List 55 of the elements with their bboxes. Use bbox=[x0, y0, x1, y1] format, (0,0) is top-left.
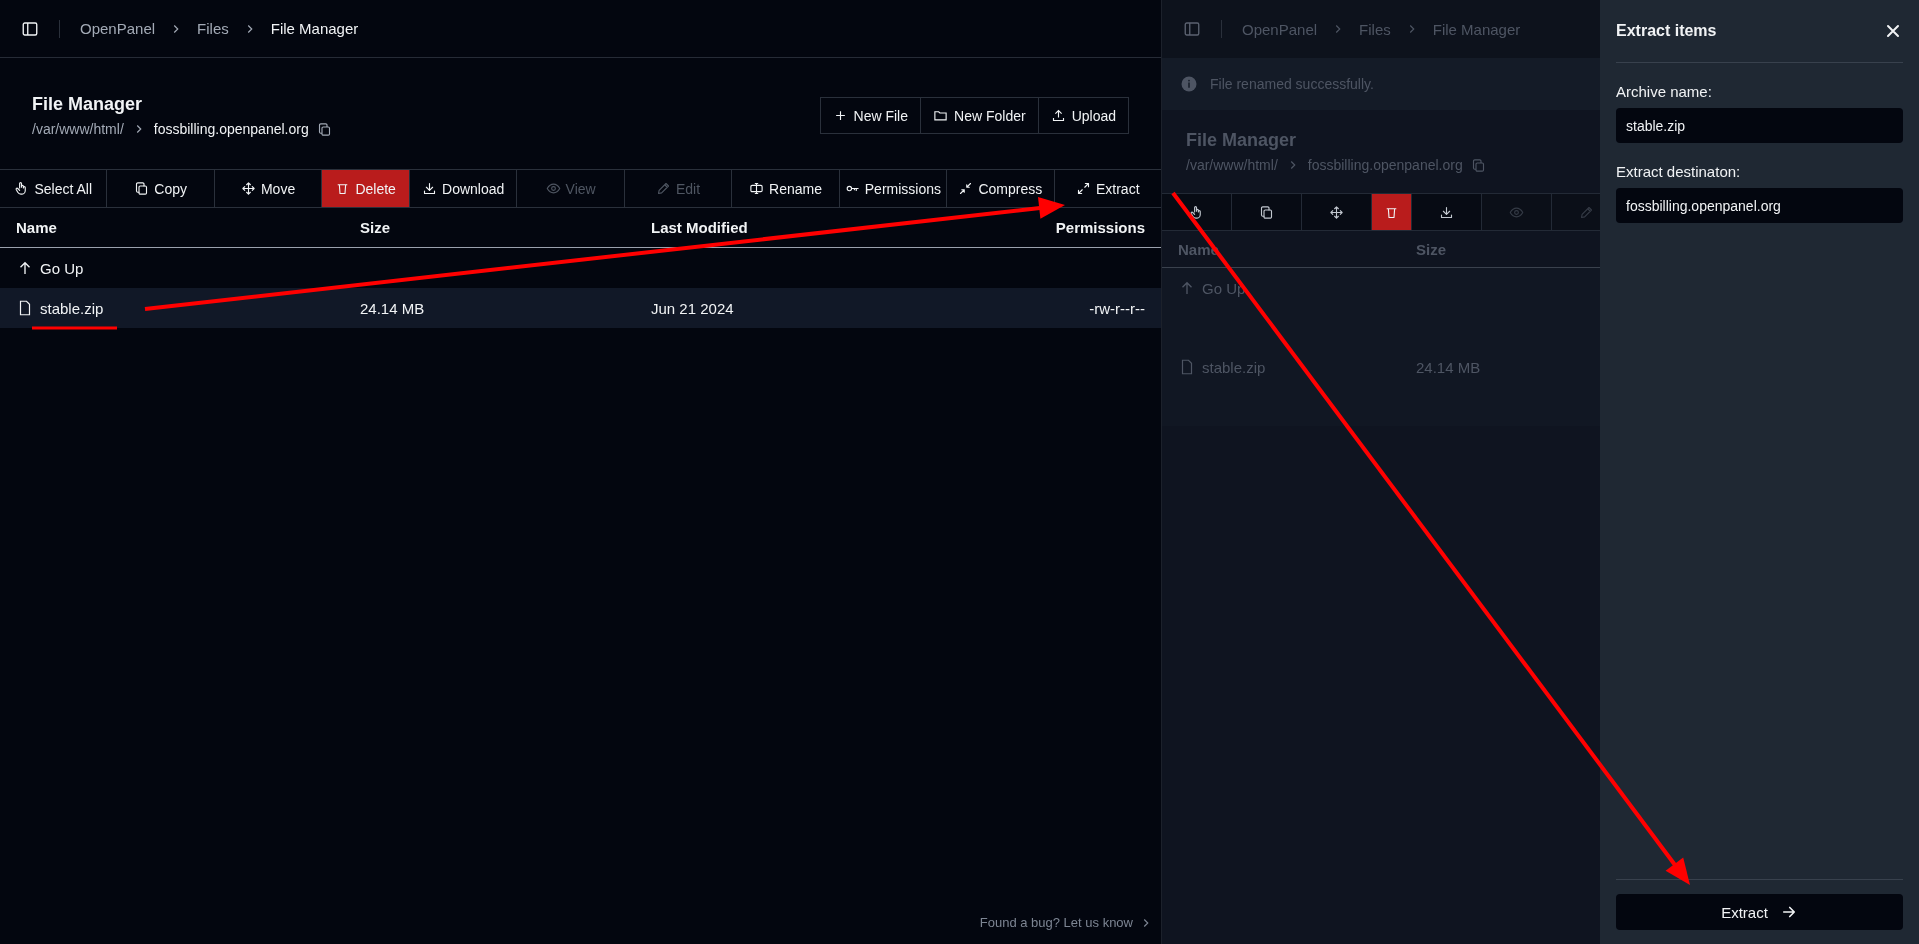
breadcrumb-link[interactable]: File Manager bbox=[270, 20, 359, 37]
download-icon bbox=[422, 181, 438, 196]
move-arrows-icon bbox=[1329, 204, 1344, 220]
path-link[interactable]: /var/www/html/ bbox=[32, 121, 124, 137]
file-name: stable.zip bbox=[40, 299, 104, 317]
file-permissions: -rw-r--r-- bbox=[1088, 299, 1145, 317]
extract-button[interactable]: Extract bbox=[1616, 894, 1903, 930]
pencil-icon bbox=[1579, 204, 1594, 220]
header-button[interactable]: New File bbox=[819, 97, 922, 134]
copy-icon bbox=[134, 181, 150, 196]
column-header[interactable]: Size bbox=[360, 219, 651, 236]
pencil-icon bbox=[656, 181, 671, 196]
toolbar-button[interactable] bbox=[1372, 194, 1412, 230]
sidebar-toggle-icon[interactable] bbox=[21, 19, 39, 38]
expand-arrows-icon bbox=[1075, 181, 1091, 196]
input-field[interactable]: stable.zip bbox=[1616, 108, 1903, 143]
copy-icon bbox=[1259, 204, 1274, 220]
folder-icon bbox=[933, 108, 949, 123]
sheet-title: Extract items bbox=[1616, 22, 1717, 40]
field-label: Archive name: bbox=[1616, 83, 1713, 100]
move-arrows-icon bbox=[240, 181, 256, 196]
column-header[interactable]: Permissions bbox=[945, 219, 1145, 236]
input-field[interactable]: fossbilling.openpanel.org bbox=[1616, 188, 1903, 223]
page-title: File Manager bbox=[1186, 130, 1298, 151]
copy-icon[interactable] bbox=[316, 121, 332, 137]
toolbar-button[interactable] bbox=[1162, 194, 1232, 230]
current-folder: fossbilling.openpanel.org bbox=[153, 121, 309, 137]
column-header[interactable]: Name bbox=[16, 219, 360, 236]
notice-message: File renamed successfully. bbox=[1210, 76, 1374, 92]
file-size: 24.14 MB bbox=[1416, 358, 1482, 376]
file-row[interactable]: stable.zip 24.14 MB Jun 21 2024 -rw-r--r-- bbox=[0, 288, 1161, 328]
page-title: File Manager bbox=[32, 94, 144, 115]
go-up-link[interactable]: Go Up bbox=[40, 259, 84, 277]
breadcrumb-link[interactable]: OpenPanel bbox=[80, 20, 156, 37]
header-button[interactable]: New Folder bbox=[920, 97, 1039, 134]
eye-icon bbox=[1509, 204, 1524, 220]
sidebar-toggle-icon[interactable] bbox=[1183, 20, 1201, 38]
hand-pointer-icon bbox=[1189, 204, 1204, 220]
rename-icon bbox=[749, 181, 764, 196]
header-button[interactable]: Upload bbox=[1037, 97, 1129, 134]
breadcrumb-link[interactable]: Files bbox=[197, 20, 229, 37]
file-size: 24.14 MB bbox=[360, 299, 426, 317]
info-icon bbox=[1180, 75, 1198, 93]
bug-report-link[interactable]: Found a bug? Let us know bbox=[979, 915, 1133, 930]
toolbar-button[interactable] bbox=[1232, 194, 1302, 230]
upload-icon bbox=[1050, 108, 1066, 123]
column-header[interactable]: Last Modified bbox=[651, 219, 945, 236]
toolbar-button[interactable]: Delete bbox=[322, 170, 410, 207]
compress-arrows-icon bbox=[958, 181, 974, 196]
field-label: Extract destinaton: bbox=[1616, 163, 1742, 180]
eye-icon bbox=[545, 181, 561, 196]
current-folder: fossbilling.openpanel.org bbox=[1307, 157, 1463, 173]
modified-date: Jun 21 2024 bbox=[651, 299, 735, 317]
download-icon bbox=[1439, 204, 1454, 220]
file-name: stable.zip bbox=[1202, 358, 1266, 376]
